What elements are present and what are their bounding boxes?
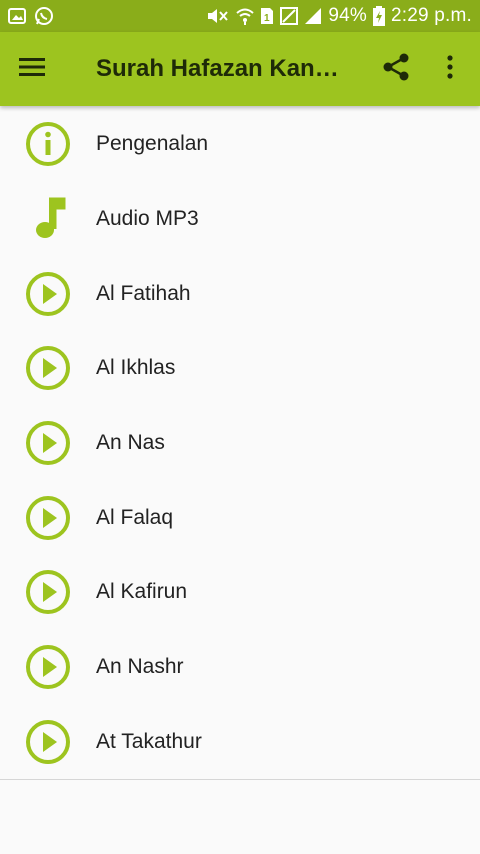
list-item-label: Al Ikhlas (96, 356, 176, 380)
list-item-label: Al Kafirun (96, 580, 188, 604)
mute-icon (206, 7, 230, 25)
list-item-pengenalan[interactable]: Pengenalan (0, 107, 480, 182)
play-circle-icon (0, 644, 96, 690)
list-item-al-kafirun[interactable]: Al Kafirun (0, 555, 480, 630)
share-button[interactable] (374, 32, 418, 106)
list-item-al-fatihah[interactable]: Al Fatihah (0, 256, 480, 331)
list-item-label: Al Falaq (96, 505, 174, 529)
music-note-icon (0, 196, 96, 242)
hamburger-menu-button[interactable] (0, 32, 64, 106)
list-item-label: An Nas (96, 431, 165, 455)
wifi-icon (236, 7, 255, 25)
info-icon (0, 121, 96, 167)
signal-icon (304, 7, 322, 25)
svg-text:1: 1 (264, 13, 270, 24)
more-vert-icon (447, 54, 453, 84)
list-item-al-ikhlas[interactable]: Al Ikhlas (0, 331, 480, 406)
play-circle-icon (0, 719, 96, 765)
list-item-audio-mp3[interactable]: Audio MP3 (0, 182, 480, 257)
page-title: Surah Hafazan Kan… (96, 55, 339, 82)
play-circle-icon (0, 271, 96, 317)
app-bar: Surah Hafazan Kan… (0, 32, 480, 106)
list-item-label: Audio MP3 (96, 207, 199, 231)
no-signal-sim-icon (280, 7, 299, 25)
sim-icon: 1 (260, 7, 274, 25)
battery-charging-icon (372, 6, 385, 26)
status-bar: 1 94% 2:29 p.m. (0, 0, 480, 32)
list-item-an-nashr[interactable]: An Nashr (0, 630, 480, 705)
whatsapp-notification-icon (34, 6, 54, 26)
hamburger-menu-icon (19, 57, 45, 82)
gallery-notification-icon (8, 8, 26, 24)
clock: 2:29 p.m. (390, 5, 472, 26)
menu-list: Pengenalan Audio MP3 Al Fatihah Al Ikhla… (0, 107, 480, 781)
list-item-label: An Nashr (96, 655, 184, 679)
share-icon (383, 53, 409, 86)
list-item-at-takathur[interactable]: At Takathur (0, 705, 480, 780)
play-circle-icon (0, 345, 96, 391)
list-item-al-falaq[interactable]: Al Falaq (0, 480, 480, 555)
play-circle-icon (0, 420, 96, 466)
list-item-an-nas[interactable]: An Nas (0, 406, 480, 481)
list-item-label: Pengenalan (96, 132, 209, 156)
more-options-button[interactable] (430, 32, 470, 106)
play-circle-icon (0, 569, 96, 615)
list-item-label: At Takathur (96, 729, 202, 753)
play-circle-icon (0, 495, 96, 541)
list-item-label: Al Fatihah (96, 281, 191, 305)
battery-percentage: 94% (328, 5, 367, 26)
